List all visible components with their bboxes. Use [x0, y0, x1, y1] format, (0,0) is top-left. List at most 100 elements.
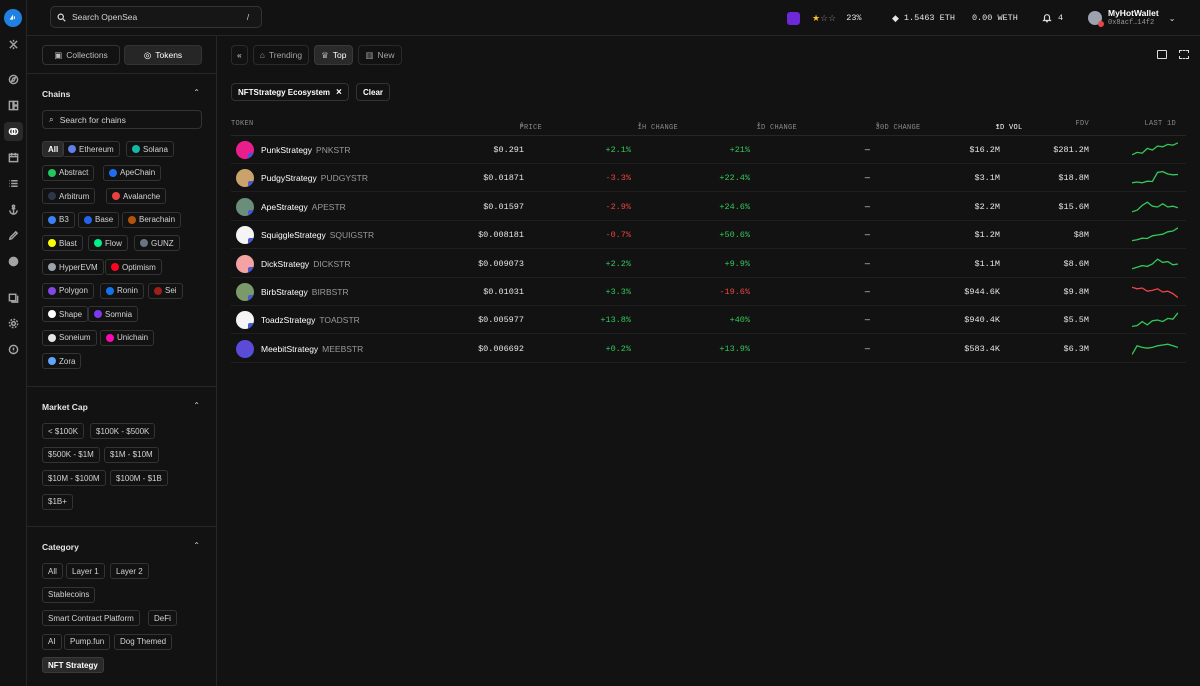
- anchor-icon[interactable]: [4, 200, 23, 219]
- col-30d-change[interactable]: 30D CHANGE ⇕: [875, 120, 920, 132]
- tab-trending[interactable]: ⌂ Trending: [252, 45, 310, 65]
- tokens-icon[interactable]: [4, 122, 23, 141]
- token-fdv: $8M: [1073, 230, 1089, 241]
- table-view-icon[interactable]: [1157, 50, 1167, 59]
- chain-chip-arbitrum[interactable]: Arbitrum: [42, 188, 96, 205]
- market-cap-chip[interactable]: $10M - $100M: [42, 470, 106, 487]
- col-1d-vol[interactable]: 1D VOL ⌄: [995, 120, 1022, 132]
- opensea-logo[interactable]: [4, 9, 22, 27]
- eth-balance[interactable]: 1.5463 ETH: [904, 13, 955, 23]
- explore-icon[interactable]: [4, 35, 23, 54]
- category-chip[interactable]: NFT Strategy: [42, 657, 104, 674]
- market-cap-chip[interactable]: $1M - $10M: [104, 446, 159, 463]
- table-row[interactable]: BirbStrategy BIRBSTR $0.01031 +3.3% -19.6% — $…: [231, 278, 1186, 306]
- close-icon[interactable]: ×: [336, 87, 342, 98]
- globe-icon[interactable]: [4, 252, 23, 271]
- chain-chip-avalanche[interactable]: Avalanche: [106, 188, 167, 205]
- table-row[interactable]: PunkStrategy PNKSTR $0.291 +2.1% +21% — $16.2M…: [231, 136, 1186, 164]
- chain-chip-zora[interactable]: Zora: [42, 353, 82, 370]
- chain-chip-hyperevm[interactable]: HyperEVM: [42, 259, 104, 275]
- search-input[interactable]: Search OpenSea /: [50, 6, 262, 28]
- chain-badge-icon: [248, 323, 254, 330]
- active-filter-chip[interactable]: NFTStrategy Ecosystem ×: [231, 83, 349, 101]
- tab-tokens[interactable]: ◎ Tokens: [124, 45, 202, 65]
- table-row[interactable]: ApeStrategy APESTR $0.01597 -2.9% +24.6% — $2.…: [231, 193, 1186, 221]
- collections-icon[interactable]: [4, 96, 23, 115]
- create-icon[interactable]: [4, 226, 23, 245]
- category-chip[interactable]: Stablecoins: [42, 586, 96, 603]
- studio-icon[interactable]: [4, 288, 23, 307]
- col-1h-label: 1H CHANGE: [637, 124, 678, 132]
- chain-chip-somnia[interactable]: Somnia: [88, 306, 139, 323]
- col-price[interactable]: PRICE ⇕: [519, 120, 541, 132]
- category-chip[interactable]: DeFi: [148, 610, 177, 627]
- token-fdv: $9.8M: [1063, 287, 1089, 297]
- category-chip[interactable]: Pump.fun: [64, 633, 111, 650]
- tab-collections-label: Collections: [66, 50, 108, 60]
- chevron-up-icon[interactable]: ⌃: [193, 541, 200, 550]
- chain-chip-base[interactable]: Base: [78, 211, 120, 228]
- col-price-label: PRICE: [519, 124, 542, 132]
- col-token[interactable]: TOKEN: [231, 120, 254, 128]
- category-chip[interactable]: Layer 2: [110, 563, 149, 579]
- chain-chip-b3[interactable]: B3: [42, 211, 75, 228]
- table-row[interactable]: SquiggleStrategy SQUIGSTR $0.008181 -0.7% +5…: [231, 221, 1186, 250]
- category-chip[interactable]: Dog Themed: [114, 633, 173, 650]
- tab-collections[interactable]: ▣ Collections: [42, 45, 120, 65]
- chain-chip-sei[interactable]: Sei: [148, 282, 183, 299]
- chain-chip-all[interactable]: All: [42, 141, 65, 157]
- xp-avatar-icon[interactable]: [787, 11, 800, 25]
- table-row[interactable]: MeebitStrategy MEEBSTR $0.006692 +0.2% +13.9…: [231, 335, 1186, 363]
- xp-percent: 23%: [846, 13, 862, 23]
- market-cap-chip[interactable]: $500K - $1M: [42, 446, 100, 463]
- settings-icon[interactable]: [4, 314, 23, 333]
- clear-filters-button[interactable]: Clear: [356, 83, 391, 101]
- bell-icon[interactable]: [1042, 13, 1052, 23]
- chevron-up-icon[interactable]: ⌃: [193, 88, 200, 97]
- category-chip[interactable]: Smart Contract Platform: [42, 610, 140, 627]
- market-cap-chip[interactable]: $100K - $500K: [90, 423, 156, 439]
- market-cap-chip[interactable]: $100M - $1B: [110, 470, 168, 487]
- col-fdv[interactable]: FDV: [1075, 120, 1089, 128]
- compass-icon[interactable]: [4, 70, 23, 89]
- weth-balance[interactable]: 0.00 WETH: [972, 13, 1018, 23]
- category-chip[interactable]: Layer 1: [66, 563, 105, 579]
- table-row[interactable]: DickStrategy DICKSTR $0.009073 +2.2% +9.9% — $…: [231, 250, 1186, 278]
- chain-chip-soneium[interactable]: Soneium: [42, 329, 97, 346]
- chain-chip-polygon[interactable]: Polygon: [42, 282, 94, 299]
- list-icon[interactable]: [4, 174, 23, 193]
- chain-chip-gunz[interactable]: GUNZ: [134, 235, 180, 252]
- token-1d-volume: $16.2M: [969, 145, 1000, 155]
- chain-chip-ronin[interactable]: Ronin: [100, 282, 144, 299]
- chain-search-input[interactable]: ⌕ Search for chains: [42, 110, 202, 129]
- chain-chip-unichain[interactable]: Unichain: [100, 329, 155, 346]
- tab-new[interactable]: ▥ New: [358, 45, 402, 65]
- col-1h-change[interactable]: 1H CHANGE ⇕: [637, 120, 677, 132]
- chip-label: $1B+: [48, 497, 67, 507]
- chain-chip-ethereum[interactable]: Ethereum: [62, 141, 120, 157]
- market-cap-chip[interactable]: < $100K: [42, 423, 85, 439]
- chain-chip-solana[interactable]: Solana: [126, 141, 174, 157]
- chevron-up-icon[interactable]: ⌃: [193, 401, 200, 410]
- collapse-sidebar-button[interactable]: «: [231, 45, 248, 65]
- tab-top[interactable]: ♕ Top: [314, 45, 354, 65]
- token-1d-volume: $1.1M: [974, 258, 1000, 269]
- chain-chip-berachain[interactable]: Berachain: [122, 211, 182, 228]
- calendar-icon[interactable]: [4, 148, 23, 167]
- chain-chip-apechain[interactable]: ApeChain: [103, 164, 162, 181]
- col-1d-change[interactable]: 1D CHANGE ⇕: [756, 120, 796, 132]
- chain-chip-blast[interactable]: Blast: [42, 235, 83, 252]
- wallet-menu[interactable]: MyHotWallet 0x8acf…14f2 ⌄: [1088, 0, 1175, 36]
- table-row[interactable]: PudgyStrategy PUDGYSTR $0.01871 -3.3% +22.4%…: [231, 164, 1186, 193]
- category-chip[interactable]: All: [42, 563, 63, 579]
- chain-chip-optimism[interactable]: Optimism: [105, 259, 162, 275]
- support-icon[interactable]: [4, 340, 23, 359]
- table-row[interactable]: ToadzStrategy TOADSTR $0.005977 +13.8% +40% —…: [231, 306, 1186, 335]
- category-chip[interactable]: AI: [42, 633, 62, 650]
- wallet-avatar: [1088, 11, 1104, 27]
- chain-chip-abstract[interactable]: Abstract: [42, 164, 95, 181]
- grid-view-icon[interactable]: [1179, 50, 1189, 59]
- chain-chip-shape[interactable]: Shape: [42, 306, 89, 323]
- chain-chip-flow[interactable]: Flow: [88, 235, 128, 252]
- market-cap-chip[interactable]: $1B+: [42, 493, 73, 510]
